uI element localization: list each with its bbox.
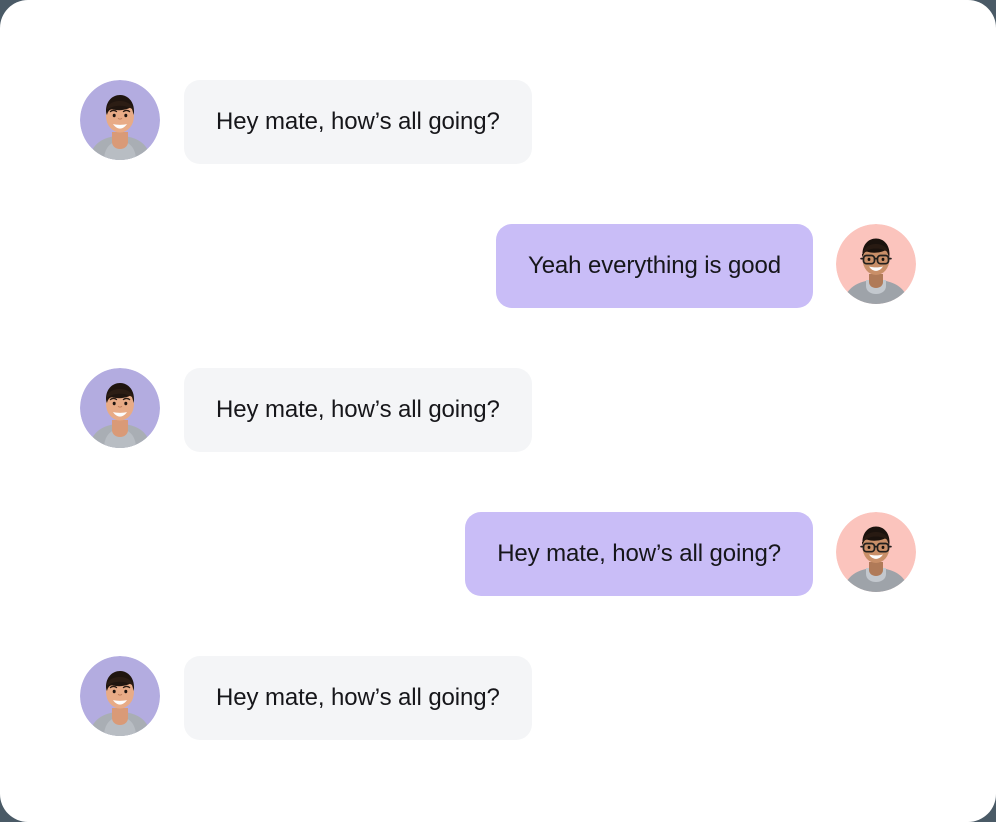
message-list[interactable]: Hey mate, how’s all going? Yeah everythi… [0, 0, 996, 800]
message-row: Hey mate, how’s all going? [0, 512, 996, 596]
message-row: Hey mate, how’s all going? [0, 656, 996, 740]
message-text: Hey mate, how’s all going? [216, 684, 500, 711]
avatar-man-lavender[interactable] [80, 656, 160, 736]
message-row: Yeah everything is good [0, 224, 996, 308]
avatar-man-lavender[interactable] [80, 80, 160, 160]
message-row: Hey mate, how’s all going? [0, 80, 996, 164]
message-text: Yeah everything is good [527, 252, 781, 279]
message-text: Hey mate, how’s all going? [497, 540, 781, 567]
avatar-man-glasses-pink[interactable] [836, 512, 916, 592]
chat-card: Hey mate, how’s all going? Yeah everythi… [0, 0, 996, 822]
message-bubble[interactable]: Hey mate, how’s all going? [184, 656, 532, 740]
message-row: Hey mate, how’s all going? [0, 368, 996, 452]
message-bubble[interactable]: Hey mate, how’s all going? [184, 368, 532, 452]
message-bubble[interactable]: Hey mate, how’s all going? [465, 512, 813, 596]
message-bubble[interactable]: Hey mate, how’s all going? [184, 80, 532, 164]
message-text: Hey mate, how’s all going? [216, 396, 500, 423]
avatar-man-glasses-pink[interactable] [836, 224, 916, 304]
message-text: Hey mate, how’s all going? [216, 108, 500, 135]
avatar-man-lavender[interactable] [80, 368, 160, 448]
message-bubble[interactable]: Yeah everything is good [495, 224, 813, 308]
